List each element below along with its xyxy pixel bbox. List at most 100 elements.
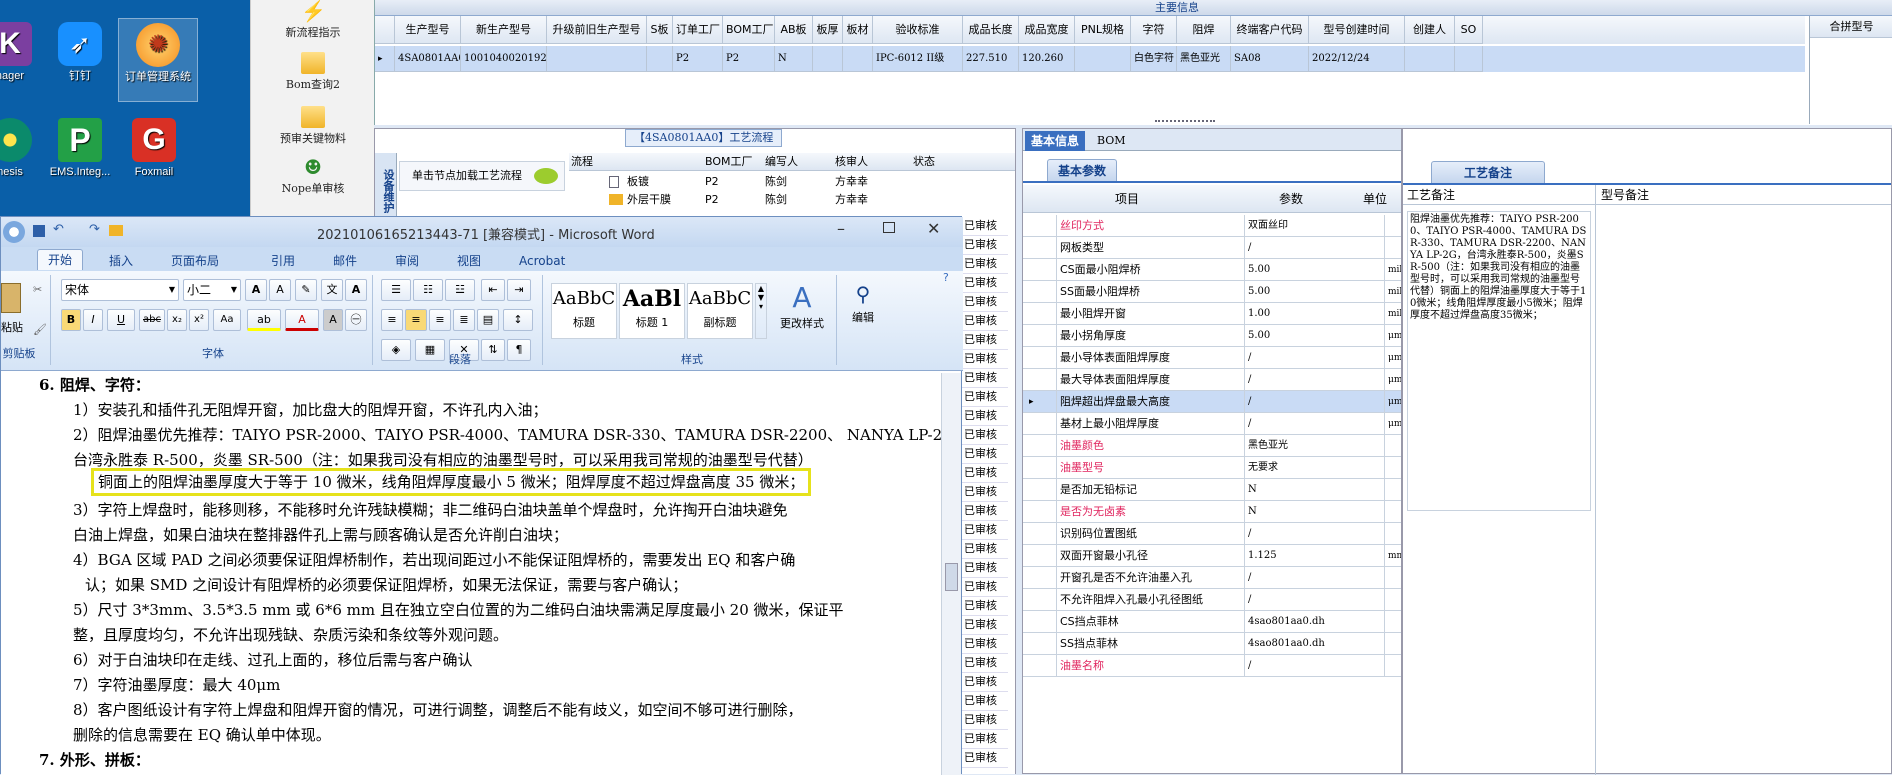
- nav-precheck-material[interactable]: 预审关键物料: [251, 106, 375, 146]
- maximize-button[interactable]: [883, 222, 895, 233]
- row-indicator[interactable]: ▸: [375, 46, 395, 72]
- styles-scroll[interactable]: ▲ ▼ ▾: [755, 283, 767, 339]
- splitter-grip[interactable]: [1155, 120, 1215, 124]
- ribbon-tab[interactable]: 插入: [99, 251, 143, 271]
- grid-cell[interactable]: 白色字符: [1131, 46, 1177, 72]
- param-value[interactable]: 黑色亚光: [1245, 435, 1385, 457]
- document-line[interactable]: 7. 外形、拼板：: [39, 748, 150, 773]
- document-line[interactable]: 整，且厚度均匀，不允许出现残缺、杂质污染和条纹等外观问题。: [73, 623, 508, 648]
- redo-icon[interactable]: ↷: [89, 222, 100, 237]
- ribbon-tab[interactable]: 邮件: [323, 251, 367, 271]
- param-row[interactable]: 油墨型号 无要求: [1023, 457, 1401, 479]
- tab-process-notes[interactable]: 工艺备注: [1431, 161, 1545, 183]
- param-value[interactable]: N: [1245, 479, 1385, 501]
- highlight-button[interactable]: ab: [247, 309, 281, 331]
- nav-nope-review[interactable]: ☻ Nope单审核: [251, 156, 375, 196]
- tab-basic-params[interactable]: 基本参数: [1047, 159, 1118, 181]
- desktop-icon-dingtalk[interactable]: ➶ 钉钉: [40, 22, 120, 83]
- param-value[interactable]: 无要求: [1245, 457, 1385, 479]
- param-row[interactable]: 网板类型 /: [1023, 237, 1401, 259]
- param-row[interactable]: 不允许阻焊入孔最小孔径图纸 /: [1023, 589, 1401, 611]
- param-row[interactable]: 开窗孔是否不允许油墨入孔 /: [1023, 567, 1401, 589]
- document-line[interactable]: 2）阻焊油墨优先推荐：TAIYO PSR-2000、TAIYO PSR-4000…: [73, 423, 969, 448]
- param-value[interactable]: /: [1245, 413, 1385, 435]
- close-button[interactable]: ✕: [927, 219, 940, 238]
- grow-font-button[interactable]: A: [245, 279, 267, 301]
- param-value[interactable]: 5.00: [1245, 259, 1385, 281]
- cut-icon[interactable]: ✂: [33, 283, 42, 296]
- param-row[interactable]: 最小阻焊开窗 1.00 mil: [1023, 303, 1401, 325]
- grid-cell[interactable]: P2: [723, 46, 775, 72]
- param-row[interactable]: 是否加无铅标记 N: [1023, 479, 1401, 501]
- document-line[interactable]: 认；如果 SMD 之间设计有阻焊桥的必须要保证阻焊桥，如果无法保证，需要与客户确…: [85, 573, 687, 598]
- desktop-icon-ems[interactable]: P EMS.Integ...: [40, 118, 120, 179]
- underline-button[interactable]: U: [107, 309, 135, 331]
- undo-icon[interactable]: ↶: [53, 222, 64, 237]
- process-row[interactable]: 板镀 P2 陈剑 方幸幸: [569, 173, 1015, 191]
- grid-cell[interactable]: 120.260: [1019, 46, 1075, 72]
- document-line[interactable]: 3）字符上焊盘时，能移则移，不能移时允许残缺模糊；非二维码白油块盖单个焊盘时，允…: [73, 498, 788, 523]
- enclose-char-button[interactable]: ㊀: [345, 309, 367, 331]
- ribbon-tab[interactable]: 开始: [37, 249, 84, 270]
- param-value[interactable]: /: [1245, 589, 1385, 611]
- ribbon-tab[interactable]: 审阅: [385, 251, 429, 271]
- ribbon-tab[interactable]: 视图: [447, 251, 491, 271]
- desktop-icon-order-system[interactable]: ✺ 订单管理系统: [118, 18, 198, 102]
- grid-cell[interactable]: 4SA0801AA0: [395, 46, 461, 72]
- ribbon-tab[interactable]: 页面布局: [161, 251, 229, 271]
- param-value[interactable]: 4sao801aa0.dh: [1245, 611, 1385, 633]
- param-row[interactable]: CS挡点菲林 4sao801aa0.dh: [1023, 611, 1401, 633]
- superscript-button[interactable]: x²: [189, 309, 209, 331]
- align-left-button[interactable]: ≡: [381, 309, 403, 331]
- param-row[interactable]: 双面开窗最小孔径 1.125 mm: [1023, 545, 1401, 567]
- document-line[interactable]: 4）BGA 区域 PAD 之间必须要保证阻焊桥制作，若出现间距过小不能保证阻焊桥…: [73, 548, 795, 573]
- param-row[interactable]: 最大导体表面阻焊厚度 / μm: [1023, 369, 1401, 391]
- param-value[interactable]: /: [1245, 655, 1385, 677]
- style-subtitle[interactable]: AaBbC 副标题: [687, 283, 753, 339]
- multilevel-list-button[interactable]: ☳: [445, 279, 475, 301]
- numbering-button[interactable]: ☷: [413, 279, 443, 301]
- clear-format-button[interactable]: ✎: [295, 279, 317, 301]
- param-row[interactable]: ▸ 阻焊超出焊盘最大高度 / μm: [1023, 391, 1401, 413]
- document-line[interactable]: 7）字符油墨厚度：最大 40μm: [73, 673, 280, 698]
- grid-cell[interactable]: [843, 46, 873, 72]
- decrease-indent-button[interactable]: ⇤: [481, 279, 505, 301]
- param-row[interactable]: 识别码位置图纸 /: [1023, 523, 1401, 545]
- strikethrough-button[interactable]: abc: [139, 309, 165, 331]
- grid-cell[interactable]: SA08: [1231, 46, 1309, 72]
- ribbon-tab[interactable]: Acrobat: [509, 251, 575, 271]
- help-icon[interactable]: ?: [943, 271, 949, 284]
- italic-button[interactable]: I: [83, 309, 103, 331]
- ribbon-tab[interactable]: 引用: [261, 251, 305, 271]
- process-row[interactable]: 外层干膜 P2 陈剑 方幸幸: [569, 191, 1015, 209]
- nav-new-process[interactable]: ⚡ 新流程指示: [251, 0, 375, 40]
- grid-cell[interactable]: [1075, 46, 1131, 72]
- param-value[interactable]: 双面丝印: [1245, 215, 1385, 237]
- phonetic-button[interactable]: 文: [321, 279, 343, 301]
- param-value[interactable]: /: [1245, 237, 1385, 259]
- document-line[interactable]: 白油上焊盘，如果白油块在整排器件孔上需与顾客确认是否允许削白油块；: [73, 523, 568, 548]
- document-line[interactable]: 8）客户图纸设计有字符上焊盘和阻焊开窗的情况，可进行调整，调整后不能有歧义，如空…: [73, 698, 803, 723]
- char-shading-button[interactable]: A: [323, 309, 343, 331]
- tab-bom[interactable]: BOM: [1097, 131, 1126, 151]
- vertical-scrollbar[interactable]: [941, 373, 961, 775]
- distributed-button[interactable]: ▤: [477, 309, 499, 331]
- document-line[interactable]: 5）尺寸 3*3mm、3.5*3.5 mm 或 6*6 mm 且在独立空白位置的…: [73, 598, 844, 623]
- document-body[interactable]: 6. 阻焊、字符： 1）安装孔和插件孔无阻焊开窗，加比盘大的阻焊开窗，不许孔内入油…: [1, 373, 969, 775]
- param-value[interactable]: /: [1245, 523, 1385, 545]
- param-row[interactable]: 油墨名称 /: [1023, 655, 1401, 677]
- grid-cell[interactable]: [1405, 46, 1455, 72]
- model-notes-text[interactable]: [1599, 211, 1887, 511]
- param-row[interactable]: SS挡点菲林 4sao801aa0.dh: [1023, 633, 1401, 655]
- open-folder-icon[interactable]: [109, 225, 123, 236]
- process-notes-text[interactable]: 阻焊油墨优先推荐：TAIYO PSR-2000、TAIYO PSR-4000、T…: [1407, 211, 1591, 511]
- param-row[interactable]: 油墨颜色 黑色亚光: [1023, 435, 1401, 457]
- load-process-hint[interactable]: 单击节点加载工艺流程: [399, 161, 565, 191]
- nav-bom-query[interactable]: Bom查询2: [251, 52, 375, 92]
- document-line[interactable]: 6. 阻焊、字符：: [39, 373, 150, 398]
- font-color-button[interactable]: A: [285, 309, 319, 331]
- grid-cell[interactable]: [647, 46, 673, 72]
- highlighted-line[interactable]: 铜面上的阻焊油墨厚度大于等于 10 微米，线角阻焊厚度最小 5 微米；阻焊厚度不…: [91, 468, 812, 496]
- param-row[interactable]: 最小导体表面阻焊厚度 / μm: [1023, 347, 1401, 369]
- param-value[interactable]: 1.00: [1245, 303, 1385, 325]
